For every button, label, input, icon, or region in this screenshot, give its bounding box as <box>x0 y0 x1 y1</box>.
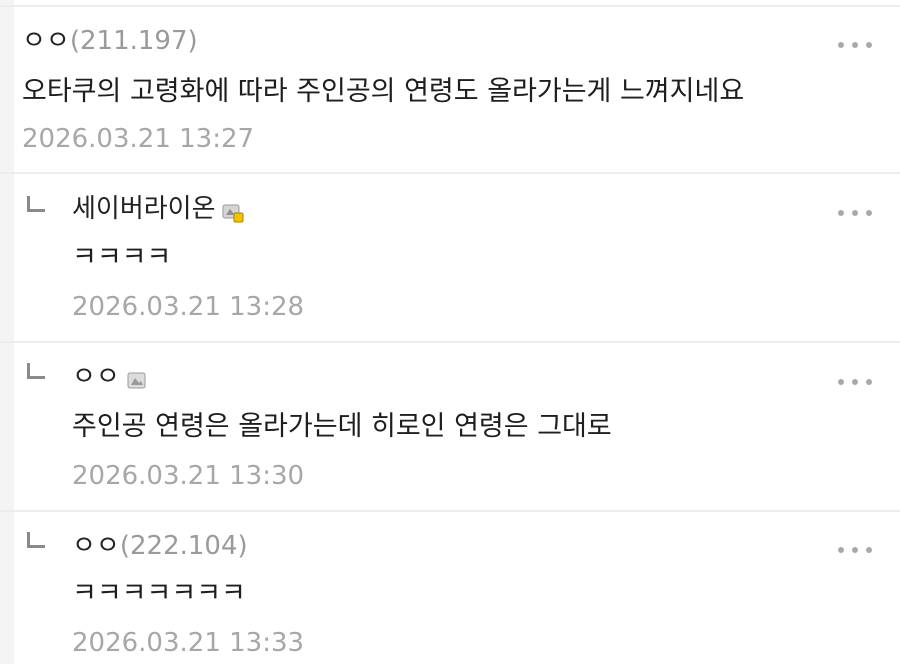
author-name[interactable]: ㅇㅇ <box>22 26 70 56</box>
comment-timestamp: 2026.03.21 13:30 <box>72 461 305 491</box>
comment-author-line: 세이버라이온 <box>72 194 244 224</box>
comment-body: ㅋㅋㅋㅋ <box>72 242 172 273</box>
dot-icon <box>852 42 858 48</box>
reply-item: 세이버라이온 ㅋㅋㅋㅋ 2026.03.21 13:28 <box>0 174 900 341</box>
dot-icon <box>852 379 858 385</box>
author-name[interactable]: ㅇㅇ <box>72 531 120 561</box>
dot-icon <box>838 379 844 385</box>
dot-icon <box>866 379 872 385</box>
more-options-button[interactable] <box>838 377 872 387</box>
comment-author-line: ㅇㅇ (222.104) <box>72 531 248 561</box>
reply-item: ㅇㅇ (222.104) ㅋㅋㅋㅋㅋㅋㅋ 2026.03.21 13:33 <box>0 512 900 664</box>
dot-icon <box>866 42 872 48</box>
more-options-button[interactable] <box>838 40 872 50</box>
more-options-button[interactable] <box>838 208 872 218</box>
comment-timestamp: 2026.03.21 13:28 <box>72 292 305 322</box>
dot-icon <box>852 547 858 553</box>
fixed-nick-badge-icon <box>222 200 244 223</box>
comment-body: ㅋㅋㅋㅋㅋㅋㅋ <box>72 578 246 609</box>
comment-list: ㅇㅇ (211.197) 오타쿠의 고령화에 따라 주인공의 연령도 올라가는게… <box>0 0 900 664</box>
comment-body: 오타쿠의 고령화에 따라 주인공의 연령도 올라가는게 느껴지네요 <box>22 76 745 107</box>
dot-icon <box>838 42 844 48</box>
dot-icon <box>866 547 872 553</box>
dot-icon <box>838 547 844 553</box>
reply-arrow-icon <box>27 532 45 548</box>
author-ip: (211.197) <box>69 26 198 56</box>
author-ip: (222.104) <box>119 531 248 561</box>
comment-timestamp: 2026.03.21 13:33 <box>72 628 305 658</box>
author-name[interactable]: 세이버라이온 <box>72 194 216 224</box>
comment-timestamp: 2026.03.21 13:27 <box>22 124 255 154</box>
comment-author-line: ㅇㅇ (211.197) <box>22 26 198 56</box>
half-fixed-nick-badge-icon <box>126 368 146 389</box>
more-options-button[interactable] <box>838 545 872 555</box>
comment-author-line: ㅇㅇ <box>72 362 146 392</box>
reply-arrow-icon <box>27 196 45 212</box>
author-name[interactable]: ㅇㅇ <box>72 362 120 392</box>
reply-item: ㅇㅇ 주인공 연령은 올라가는데 히로인 연령은 그대로 2026.03.21 … <box>0 343 900 510</box>
comment-item: ㅇㅇ (211.197) 오타쿠의 고령화에 따라 주인공의 연령도 올라가는게… <box>0 0 900 172</box>
comment-body: 주인공 연령은 올라가는데 히로인 연령은 그대로 <box>72 411 612 442</box>
dot-icon <box>838 210 844 216</box>
dot-icon <box>852 210 858 216</box>
reply-arrow-icon <box>27 363 45 379</box>
dot-icon <box>866 210 872 216</box>
